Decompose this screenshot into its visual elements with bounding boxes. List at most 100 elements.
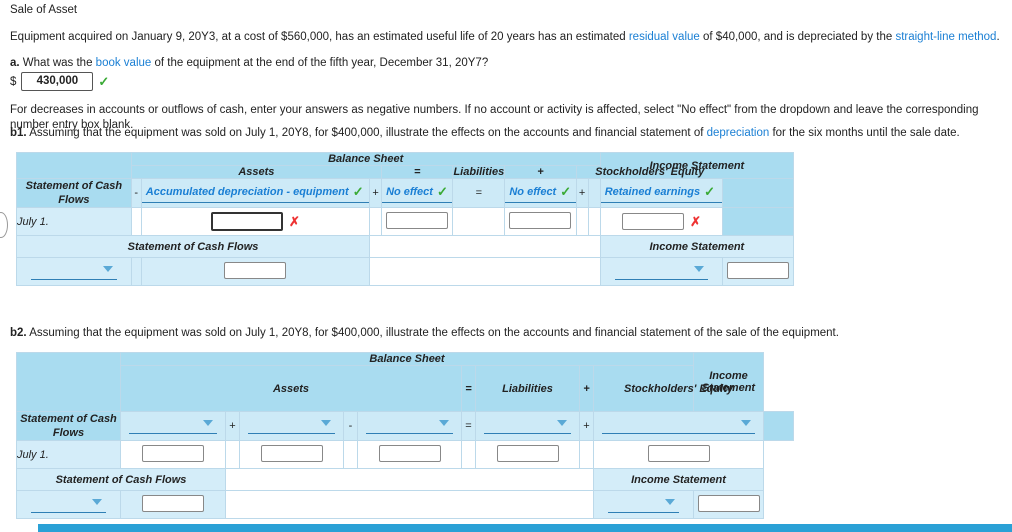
table-b1: Balance Sheet Income Statement Assets = …: [15, 152, 795, 286]
book-value-link[interactable]: book value: [96, 57, 152, 69]
b1-footer-is-input-cell[interactable]: [722, 257, 794, 286]
b1-footer-scf-dropdown[interactable]: [31, 264, 117, 280]
straight-line-method-link[interactable]: straight-line method: [895, 31, 996, 43]
b2-assets-dropdown-cell-2[interactable]: [239, 411, 344, 441]
b2-statement-of-cash-flows-header: Statement of Cash Flows: [16, 411, 121, 441]
b2-minus-sign: -: [343, 411, 358, 441]
b1-footer-is-input[interactable]: [727, 261, 790, 279]
part-a-text-1: What was the: [22, 57, 96, 69]
b1-retained-cell[interactable]: Retained earnings ✓: [599, 178, 724, 208]
b2-balance-sheet-header: Balance Sheet: [120, 352, 694, 366]
page-title: Sale of Asset: [10, 4, 78, 16]
intro-text-3: .: [996, 31, 1000, 43]
b1-noeffect1-dropdown[interactable]: No effect ✓: [382, 183, 453, 203]
b2-equals-1: =: [461, 365, 476, 412]
b2-liabilities-dropdown[interactable]: [484, 418, 571, 434]
b1-plus-sign-2: +: [575, 178, 589, 208]
b1-noeffect1-cell[interactable]: No effect ✓: [381, 178, 454, 208]
b2-input-cell-5[interactable]: [593, 440, 764, 469]
b1-assets-header: Assets: [130, 165, 383, 179]
check-icon: ✓: [704, 184, 715, 199]
b2-input-cell-2[interactable]: [239, 440, 344, 469]
part-a-question: a. What was the book value of the equipm…: [10, 56, 1000, 71]
b1-retained-earnings-dropdown[interactable]: Retained earnings ✓: [600, 183, 723, 203]
b2-plus-sign: +: [225, 411, 240, 441]
b2-assets-dropdown-cell-3[interactable]: [357, 411, 462, 441]
b1-footer-scf-input[interactable]: [224, 261, 287, 279]
b2-footer-scf-input-cell[interactable]: [120, 490, 226, 519]
b2-equals-sign: =: [461, 411, 476, 441]
b2-footer-scf-dropdown-cell[interactable]: [16, 490, 121, 519]
b2-liabilities-dropdown-cell[interactable]: [475, 411, 580, 441]
part-b1-text-1: Assuming that the equipment was sold on …: [29, 127, 707, 139]
b1-footer-is-dropdown[interactable]: [614, 264, 709, 280]
b1-noeffect2-dropdown[interactable]: No effect ✓: [505, 183, 576, 203]
intro-paragraph: Equipment acquired on January 9, 20Y3, a…: [10, 30, 1000, 45]
b2-input-4[interactable]: [496, 444, 559, 462]
b1-stockholders-equity-header: Stockholders' Equity: [575, 165, 724, 179]
b1-statement-of-cash-flows-header: Statement of Cash Flows: [16, 178, 132, 208]
b1-retained-input[interactable]: [622, 213, 685, 230]
b1-assets-input[interactable]: [210, 212, 283, 231]
check-icon: ✓: [436, 184, 448, 199]
b2-assets-dropdown-cell-1[interactable]: [120, 411, 226, 441]
depreciation-link[interactable]: depreciation: [707, 127, 770, 139]
b2-input-1[interactable]: [142, 444, 204, 462]
part-b2-text: Assuming that the equipment was sold on …: [29, 327, 839, 339]
b1-equity-input-1[interactable]: [509, 211, 572, 229]
residual-value-link[interactable]: residual value: [629, 31, 700, 43]
chevron-down-icon: [102, 265, 113, 272]
chevron-down-icon: [741, 420, 751, 426]
b2-equity-dropdown-cell[interactable]: [593, 411, 764, 441]
check-icon: ✓: [560, 184, 572, 199]
b1-noeffect2-cell[interactable]: No effect ✓: [504, 178, 577, 208]
b2-input-5[interactable]: [647, 444, 710, 462]
b2-input-cell-1[interactable]: [120, 440, 226, 469]
b1-footer-is-dropdown-cell[interactable]: [599, 257, 724, 286]
worksheet-page: Sale of Asset Equipment acquired on Janu…: [0, 0, 1012, 532]
b1-footer-scf-input-cell[interactable]: [140, 257, 371, 286]
b1-row-date: July 1.: [16, 207, 132, 236]
b2-plus-sign-2: +: [579, 411, 594, 441]
b1-minus-sign: -: [130, 178, 142, 208]
b1-liabilities-input[interactable]: [386, 211, 449, 229]
part-a-label: a.: [10, 57, 20, 69]
b2-input-3[interactable]: [378, 444, 441, 462]
check-icon: ✓: [98, 73, 110, 89]
b2-assets-dropdown-2[interactable]: [248, 418, 335, 434]
b2-footer-is-input[interactable]: [697, 494, 760, 512]
b1-retained-input-cell[interactable]: ✗: [599, 207, 724, 236]
chevron-down-icon: [203, 420, 213, 426]
b2-footer-is-input-cell[interactable]: [693, 490, 764, 519]
part-a-answer-input[interactable]: 430,000: [21, 72, 94, 91]
bottom-progress-bar: [38, 524, 1012, 532]
b1-equity-input-cell-1[interactable]: [504, 207, 577, 236]
b1-equals-1: =: [381, 165, 454, 179]
b1-footer-scf-dropdown-cell[interactable]: [16, 257, 132, 286]
b1-assets-dropdown-cell[interactable]: Accumulated depreciation - equipment ✓: [140, 178, 371, 208]
b2-footer-scf-dropdown[interactable]: [31, 497, 106, 513]
b2-footer-is-dropdown-cell[interactable]: [593, 490, 694, 519]
part-a-answer-row: $ 430,000 ✓: [10, 72, 109, 91]
b1-balance-sheet-header: Balance Sheet: [130, 152, 601, 166]
page-edge-decoration: [0, 212, 8, 238]
b2-assets-dropdown-3[interactable]: [366, 418, 453, 434]
intro-text-2: of $40,000, and is depreciated by the: [699, 31, 896, 43]
b2-input-cell-4[interactable]: [475, 440, 580, 469]
b1-liabilities-input-cell[interactable]: [381, 207, 454, 236]
b2-footer-is-dropdown[interactable]: [608, 497, 679, 513]
chevron-down-icon: [694, 265, 705, 272]
b2-input-2[interactable]: [260, 444, 323, 462]
b2-footer-scf-input[interactable]: [142, 494, 204, 512]
b2-liabilities-header: Liabilities: [475, 365, 580, 412]
b1-assets-dropdown[interactable]: Accumulated depreciation - equipment ✓: [141, 183, 370, 203]
cross-icon: ✗: [690, 213, 702, 229]
b2-footer-is-label: Income Statement: [593, 468, 764, 491]
b2-input-cell-3[interactable]: [357, 440, 462, 469]
b1-assets-input-cell[interactable]: ✗: [140, 207, 371, 236]
b2-footer-scf-label: Statement of Cash Flows: [16, 468, 226, 491]
b2-equity-dropdown[interactable]: [602, 418, 755, 434]
b1-plus-sign: +: [369, 178, 383, 208]
b2-row-date: July 1.: [16, 440, 121, 469]
b2-assets-dropdown-1[interactable]: [129, 418, 217, 434]
